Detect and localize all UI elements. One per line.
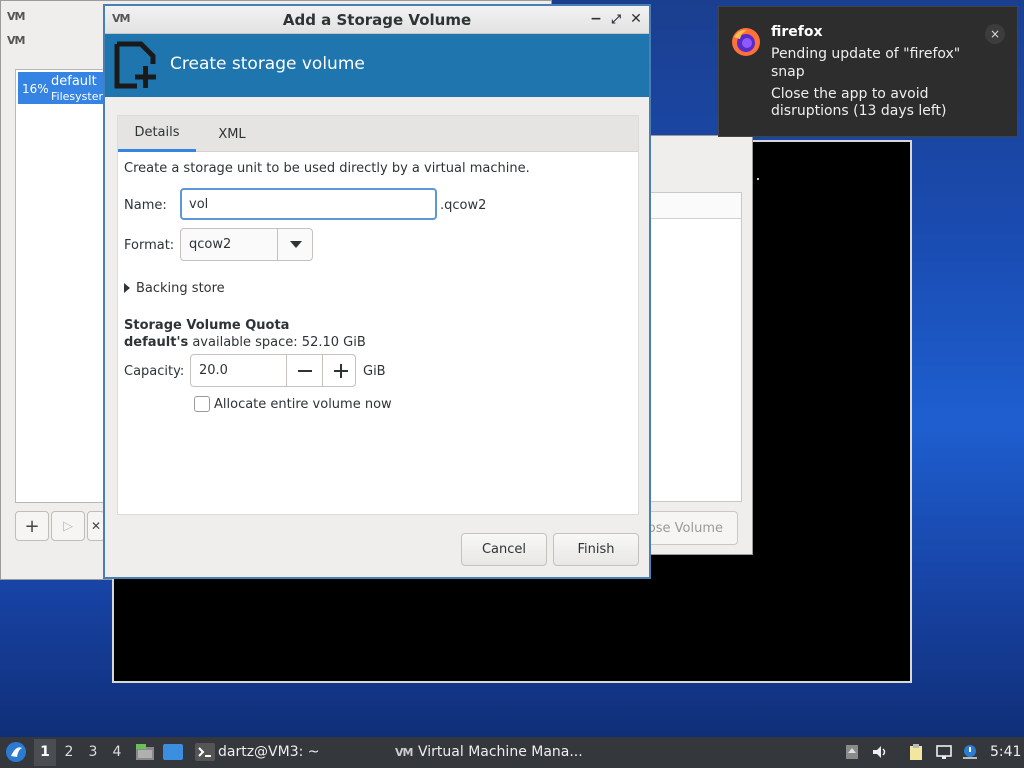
plus-icon (333, 363, 348, 378)
volume-icon[interactable] (871, 743, 889, 761)
clock: 5:41 (990, 744, 1022, 760)
network-icon[interactable] (935, 743, 953, 761)
storage-volume-panel: ose Volume (626, 135, 753, 555)
tab-details[interactable]: Details (118, 116, 196, 152)
start-menu-icon[interactable] (5, 741, 27, 763)
tab-xml-label: XML (218, 126, 246, 142)
capacity-value: 20.0 (199, 363, 228, 378)
terminal-icon (195, 743, 215, 761)
format-dropdown-arrow[interactable] (277, 229, 313, 260)
banner-title: Create storage volume (170, 54, 365, 74)
notification-body-line: Close the app to avoid (771, 86, 929, 102)
expander-arrow-icon (124, 283, 130, 293)
vm-app-icon: VM (7, 10, 25, 23)
capacity-unit: GiB (363, 364, 386, 379)
dialog-title: Add a Storage Volume (282, 11, 472, 29)
name-field[interactable] (180, 188, 437, 220)
workspace-2[interactable]: 2 (60, 744, 78, 760)
allocate-label: Allocate entire volume now (214, 397, 392, 412)
format-select[interactable]: qcow2 (180, 228, 313, 261)
minimize-icon: − (590, 11, 602, 27)
file-manager-icon[interactable] (135, 742, 155, 762)
taskbar-vmm-button[interactable]: Virtual Machine Mana... (418, 744, 583, 760)
taskbar: 1 2 3 4 dartz@VM3: ~ VM Virtual Machine … (0, 737, 1024, 768)
workspace-1[interactable]: 1 (36, 744, 54, 760)
start-pool-button[interactable]: ▷ (51, 511, 85, 541)
quota-heading: Storage Volume Quota (124, 318, 290, 333)
notification-body-line: Pending update of "firefox" (771, 46, 961, 62)
tab-bar: Details XML (118, 116, 638, 152)
vm-app-icon: VM (395, 746, 413, 759)
taskbar-terminal-button[interactable]: dartz@VM3: ~ (218, 744, 320, 760)
close-icon: × (989, 27, 1001, 41)
maximize-icon: ⤢ (611, 11, 621, 26)
updates-icon[interactable] (843, 743, 861, 761)
volume-table (650, 192, 742, 502)
capacity-increment-button[interactable] (322, 355, 358, 386)
clipboard-icon[interactable] (907, 743, 925, 761)
vm-app-icon: VM (7, 34, 25, 47)
pool-type: Filesystem (51, 90, 110, 103)
plus-icon: + (24, 515, 40, 537)
description-text: Create a storage unit to be used directl… (124, 161, 530, 176)
pool-item-default[interactable]: 16% default Filesystem (18, 72, 110, 104)
console-cursor (757, 178, 759, 180)
capacity-decrement-button[interactable] (286, 355, 322, 386)
name-suffix: .qcow2 (440, 198, 487, 213)
allocate-checkbox[interactable] (194, 396, 210, 412)
close-icon: ✕ (90, 519, 102, 533)
notification-icon[interactable] (961, 743, 979, 761)
backing-store-expander[interactable]: Backing store (124, 280, 225, 296)
cancel-button[interactable]: Cancel (461, 533, 547, 566)
cancel-label: Cancel (481, 542, 527, 557)
workspace-3[interactable]: 3 (84, 744, 102, 760)
quota-available-space: available space: 52.10 GiB (192, 335, 366, 350)
firefox-update-notification[interactable]: firefox × Pending update of "firefox" sn… (718, 6, 1018, 137)
capacity-label: Capacity: (124, 364, 185, 379)
notification-body-line: disruptions (13 days left) (771, 103, 947, 119)
format-label: Format: (124, 238, 175, 253)
minimize-button[interactable]: − (587, 10, 605, 28)
notification-title: firefox (771, 24, 823, 40)
capacity-spinner[interactable]: 20.0 (190, 354, 356, 387)
finish-label: Finish (577, 542, 615, 557)
maximize-button[interactable]: ⤢ (607, 10, 625, 28)
add-pool-button[interactable]: + (15, 511, 49, 541)
close-icon: ✕ (630, 11, 642, 27)
name-label: Name: (124, 198, 167, 213)
dialog-header-banner: Create storage volume (105, 34, 649, 97)
format-value: qcow2 (189, 237, 232, 252)
pool-name: default (51, 74, 97, 89)
firefox-icon (732, 28, 760, 56)
close-volume-label: ose Volume (647, 520, 723, 536)
finish-button[interactable]: Finish (553, 533, 639, 566)
show-desktop-icon[interactable] (163, 743, 183, 761)
close-button[interactable]: ✕ (627, 10, 645, 28)
new-volume-icon (114, 41, 156, 89)
play-icon: ▷ (63, 518, 73, 534)
chevron-down-icon (289, 241, 302, 248)
storage-pool-list: 16% default Filesystem (15, 69, 110, 503)
quota-pool-name: default's (124, 335, 189, 350)
tab-xml[interactable]: XML (202, 116, 262, 152)
pool-usage-percent: 16% (22, 82, 49, 96)
volume-table-header (651, 193, 741, 219)
notification-body-line: snap (771, 64, 805, 80)
backing-store-label: Backing store (136, 280, 225, 296)
dialog-titlebar[interactable]: VM Add a Storage Volume − ⤢ ✕ (105, 6, 649, 34)
workspace-4[interactable]: 4 (108, 744, 126, 760)
tab-details-label: Details (134, 125, 180, 140)
minus-icon (297, 369, 312, 372)
quota-line: default's available space: 52.10 GiB (124, 335, 366, 350)
notification-close-button[interactable]: × (985, 24, 1005, 44)
details-panel: Details XML Create a storage unit to be … (117, 115, 639, 515)
add-storage-volume-dialog: VM Add a Storage Volume − ⤢ ✕ Create sto… (103, 4, 651, 579)
